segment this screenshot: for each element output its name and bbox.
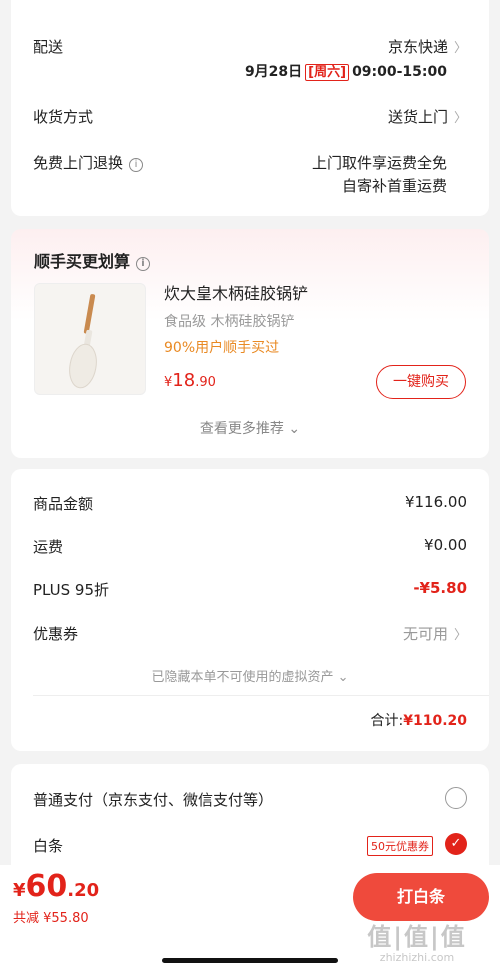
chevron-right-icon: 〉 <box>453 41 467 56</box>
freight-value: ¥0.00 <box>424 536 467 554</box>
info-icon[interactable]: i <box>129 158 144 172</box>
baitiao-label: 白条 <box>33 837 64 855</box>
product-desc: 食品级 木柄硅胶锅铲 <box>164 314 295 330</box>
delivery-time: 9月28日 [周六] 09:00-15:00 <box>244 64 447 81</box>
delivery-card: 配送 京东快递〉 9月28日 [周六] 09:00-15:00 收货方式 送货上门〉… <box>11 0 489 216</box>
info-icon[interactable]: i <box>136 257 151 271</box>
chevron-down-icon: ⌄ <box>283 421 301 437</box>
divider <box>33 695 489 696</box>
delivery-time-row: 9月28日 [周六] 09:00-15:00 <box>33 61 467 81</box>
normal-payment-label: 普通支付（京东支付、微信支付等） <box>33 791 274 809</box>
free-return-row: 免费上门退换 i 上门取件享运费全免 自寄补首重运费 <box>33 152 467 202</box>
shipping-label: 配送 <box>33 38 64 56</box>
coupon-value: 无可用〉 <box>402 625 467 643</box>
coupon-label: 优惠券 <box>33 625 79 643</box>
normal-payment-row[interactable]: 普通支付（京东支付、微信支付等） <box>33 788 467 812</box>
receive-method-value: 送货上门〉 <box>387 108 467 126</box>
goods-amount-value: ¥116.00 <box>404 493 467 511</box>
product-name[interactable]: 炊大皇木柄硅胶锅铲 <box>164 280 308 304</box>
chevron-right-icon: 〉 <box>453 628 467 643</box>
goods-amount-label: 商品金额 <box>33 495 94 513</box>
product-image[interactable] <box>34 283 146 395</box>
pay-amount: ¥60.20 <box>13 869 100 904</box>
plus-discount-value: -¥5.80 <box>413 579 467 597</box>
total-label: 合计: <box>370 713 404 729</box>
chevron-right-icon: 〉 <box>453 111 467 126</box>
more-recommend-link[interactable]: 查看更多推荐 ⌄ <box>11 418 489 438</box>
baitiao-radio-checked[interactable]: ✓ <box>445 833 467 855</box>
coupon-row[interactable]: 优惠券 无可用〉 <box>33 623 467 643</box>
chevron-down-icon: ⌄ <box>333 670 349 685</box>
total-value: ¥110.20 <box>403 713 467 729</box>
shipping-row[interactable]: 配送 京东快递〉 <box>33 36 467 56</box>
order-summary-card: 商品金额 ¥116.00 运费 ¥0.00 PLUS 95折 -¥5.80 优惠… <box>11 469 489 751</box>
baitiao-coupon-tag: 50元优惠券 <box>367 836 433 856</box>
plus-discount-row: PLUS 95折 -¥5.80 <box>33 579 467 599</box>
freight-label: 运费 <box>33 538 64 556</box>
free-return-label: 免费上门退换 i <box>33 152 144 173</box>
recommend-card: 顺手买更划算 i 炊大皇木柄硅胶锅铲 食品级 木柄硅胶锅铲 90%用户顺手买过 ¥… <box>11 229 489 458</box>
recommend-title: 顺手买更划算 i <box>34 248 151 272</box>
one-click-buy-button[interactable]: 一键购买 <box>376 365 466 399</box>
pay-baitiao-button[interactable]: 打白条 <box>353 873 489 921</box>
receive-method-row[interactable]: 收货方式 送货上门〉 <box>33 106 467 126</box>
home-indicator <box>162 958 338 963</box>
goods-amount-row: 商品金额 ¥116.00 <box>33 493 467 513</box>
free-return-desc: 上门取件享运费全免 自寄补首重运费 <box>311 154 447 195</box>
receive-method-label: 收货方式 <box>33 108 94 126</box>
hidden-assets-toggle[interactable]: 已隐藏本单不可使用的虚拟资产 ⌄ <box>11 666 489 685</box>
total-saving: 共减 ¥55.80 <box>13 911 89 926</box>
product-price: ¥18.90 <box>164 370 216 391</box>
weekday-tag: [周六] <box>305 64 350 81</box>
popularity-text: 90%用户顺手买过 <box>164 340 280 356</box>
carrier-value: 京东快递〉 <box>387 38 467 56</box>
freight-row: 运费 ¥0.00 <box>33 536 467 556</box>
spatula-icon <box>69 294 97 389</box>
normal-payment-radio[interactable] <box>445 787 467 809</box>
watermark-url: zhizhizhi.com <box>379 951 455 964</box>
total-row: 合计:¥110.20 <box>371 710 467 730</box>
watermark-logo: 值|值|值 <box>367 923 467 951</box>
watermark: 值|值|值 zhizhizhi.com <box>342 923 492 964</box>
plus-discount-label: PLUS 95折 <box>33 581 110 599</box>
